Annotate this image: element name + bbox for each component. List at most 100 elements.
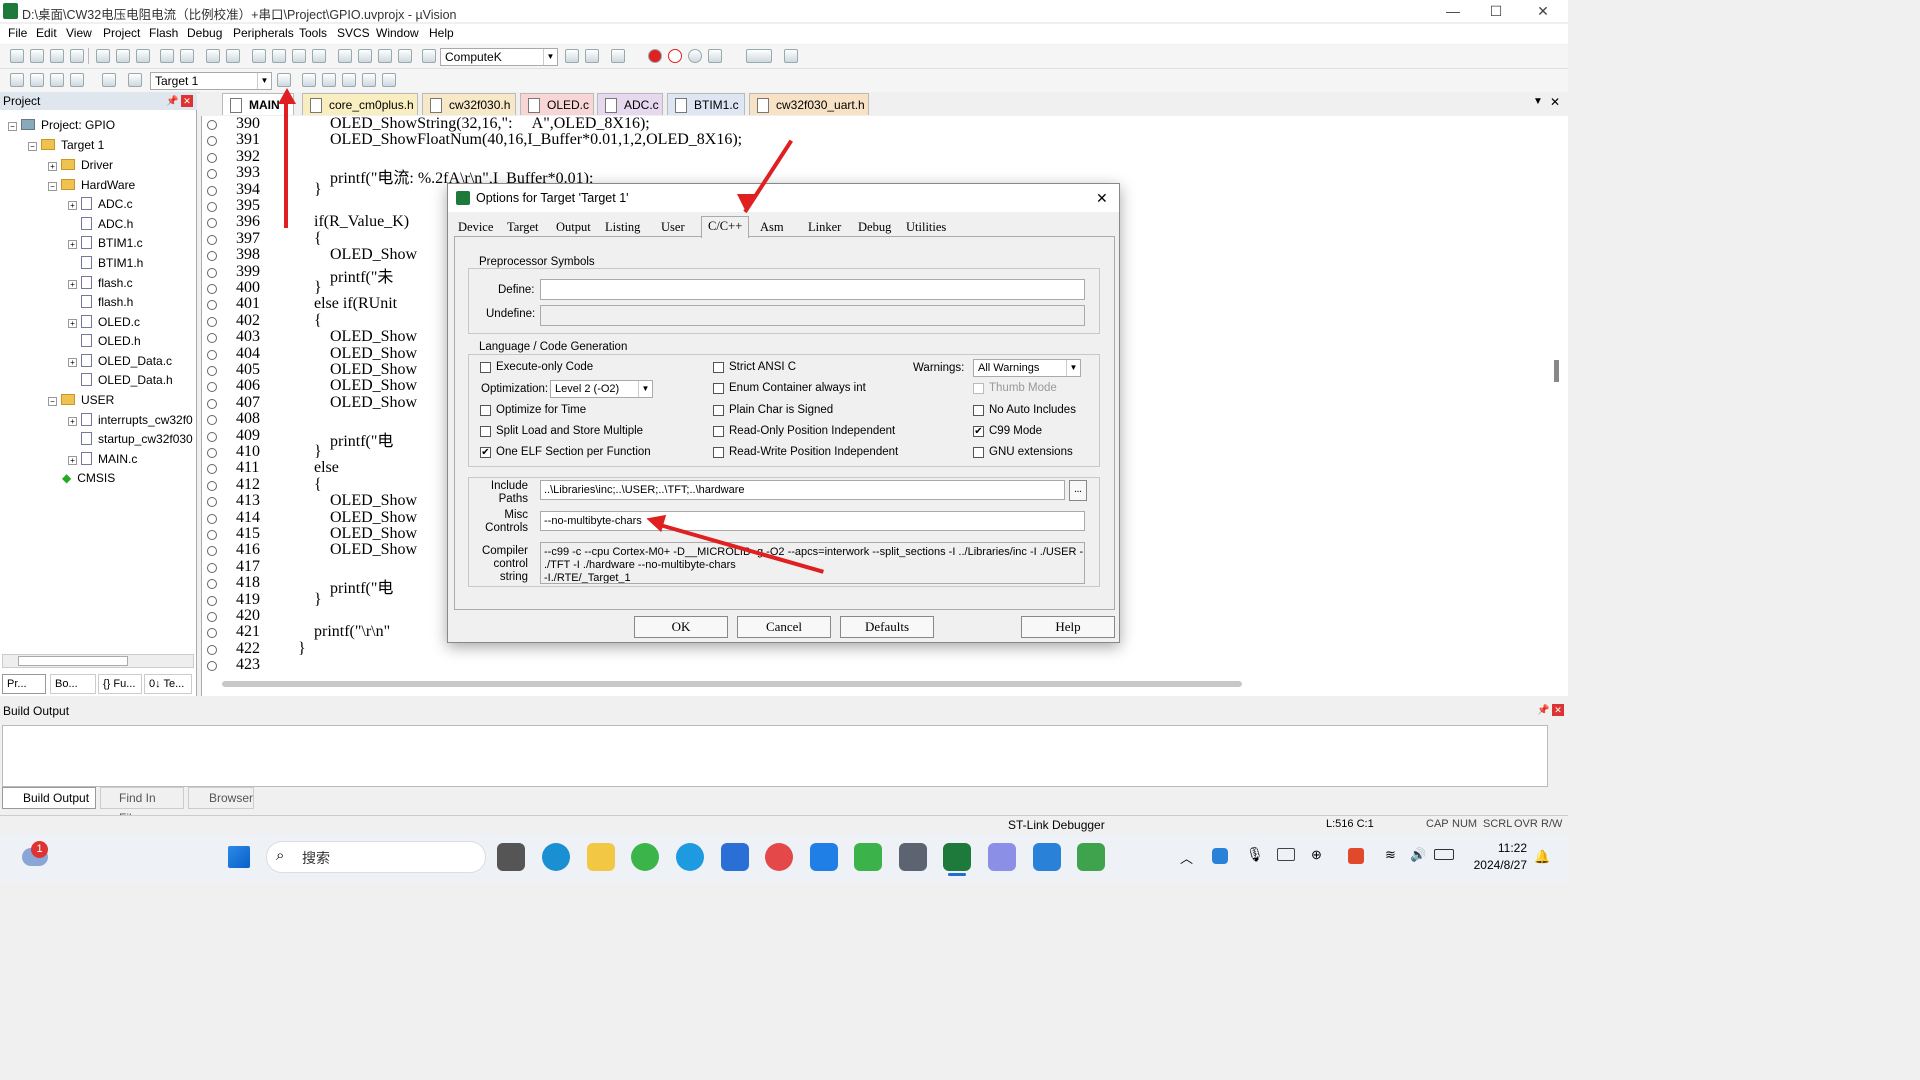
plain-char-checkbox[interactable] <box>713 405 724 416</box>
nav-back-icon[interactable] <box>206 49 220 63</box>
breakpoint-marker[interactable] <box>207 152 217 163</box>
tab-core-cm0plus[interactable]: core_cm0plus.h <box>302 93 418 115</box>
dialog-close-button[interactable]: ✕ <box>1096 190 1108 207</box>
rw-pi-checkbox[interactable] <box>713 447 724 458</box>
breakpoint-marker[interactable] <box>207 562 217 573</box>
close-panel-icon[interactable]: ✕ <box>181 95 193 107</box>
split-load-checkbox[interactable] <box>480 426 491 437</box>
breakpoint-marker[interactable] <box>207 185 217 196</box>
select-packs-icon[interactable] <box>342 73 356 87</box>
code-line[interactable]: OLED_ShowFloatNum(40,16,I_Buffer*0.01,1,… <box>282 131 742 149</box>
find-in-files-icon[interactable] <box>422 49 436 63</box>
code-line[interactable]: OLED_Show <box>282 377 417 395</box>
keil-icon[interactable] <box>943 843 971 871</box>
tree-file[interactable]: OLED.h <box>81 334 141 348</box>
tree-file[interactable]: ADC.h <box>81 217 133 231</box>
clock-date[interactable]: 2024/8/27 <box>1462 858 1527 872</box>
find-combo[interactable]: ComputeK ▼ <box>440 48 558 66</box>
chevron-down-icon[interactable]: ▼ <box>543 49 557 65</box>
tree-target[interactable]: − Target 1 <box>28 138 104 152</box>
find-icon[interactable] <box>565 49 579 63</box>
unindent-icon[interactable] <box>358 49 372 63</box>
code-line[interactable]: else <box>282 459 339 477</box>
clear-breakpoints-icon[interactable] <box>688 49 702 63</box>
dlg-tab-device[interactable]: Device <box>458 220 493 235</box>
misc-controls-input[interactable]: --no-multibyte-chars <box>540 511 1085 531</box>
tab-btim1[interactable]: BTIM1.c <box>667 93 745 115</box>
build-icon[interactable] <box>30 73 44 87</box>
dlg-tab-listing[interactable]: Listing <box>605 220 640 235</box>
breakpoint-marker[interactable] <box>207 120 217 130</box>
keyboard-icon[interactable] <box>1277 848 1295 861</box>
define-input[interactable] <box>540 279 1085 300</box>
save-all-icon[interactable] <box>70 49 84 63</box>
bell-icon[interactable]: 🔔 <box>1534 849 1550 865</box>
help-button[interactable]: Help <box>1021 616 1115 638</box>
code-line[interactable]: OLED_ShowString(32,16,": A",OLED_8X16); <box>282 115 650 133</box>
code-line[interactable]: } <box>282 443 322 461</box>
wifi-icon[interactable]: ≋ <box>1385 847 1396 863</box>
breakpoint-marker[interactable] <box>207 513 217 524</box>
dlg-tab-linker[interactable]: Linker <box>808 220 841 235</box>
breakpoint-marker[interactable] <box>207 644 217 655</box>
scrollbar-thumb[interactable] <box>18 656 128 666</box>
pin-icon[interactable]: 📌 <box>166 96 178 107</box>
breakpoint-marker[interactable] <box>207 480 217 491</box>
dlg-tab-debug[interactable]: Debug <box>858 220 891 235</box>
wechat-work-icon[interactable] <box>631 843 659 871</box>
breakpoint-icon[interactable] <box>648 49 662 63</box>
nav-forward-icon[interactable] <box>226 49 240 63</box>
execute-only-checkbox[interactable] <box>480 362 491 373</box>
code-line[interactable]: OLED_Show <box>282 525 417 543</box>
target-select[interactable]: Target 1 ▼ <box>150 72 272 90</box>
load-icon[interactable] <box>128 73 142 87</box>
music-icon[interactable] <box>765 843 793 871</box>
security-icon[interactable] <box>721 843 749 871</box>
tree-file[interactable]: + OLED.c <box>68 315 140 329</box>
cut-icon[interactable] <box>96 49 110 63</box>
breakpoint-marker[interactable] <box>207 234 217 245</box>
no-auto-includes-checkbox[interactable] <box>973 405 984 416</box>
tab-build-output[interactable]: Build Output <box>2 787 96 809</box>
tab-templates[interactable]: 0↓ Te... <box>144 674 192 694</box>
menu-file[interactable]: File <box>8 26 27 40</box>
snipping-tool-icon[interactable] <box>988 843 1016 871</box>
translate-icon[interactable] <box>10 73 24 87</box>
close-tab-icon[interactable]: ✕ <box>1550 95 1560 109</box>
breakpoint-marker[interactable] <box>207 267 217 278</box>
edge-icon[interactable] <box>542 843 570 871</box>
dlg-tab-user[interactable]: User <box>661 220 685 235</box>
tab-functions[interactable]: {} Fu... <box>98 674 142 694</box>
open-file-icon[interactable] <box>30 49 44 63</box>
show-hidden-icons[interactable]: ︿ <box>1180 848 1193 867</box>
code-line[interactable]: { <box>282 476 322 494</box>
chevron-down-icon[interactable]: ▼ <box>257 73 271 89</box>
cad-icon[interactable] <box>1077 843 1105 871</box>
breakpoint-marker[interactable] <box>207 431 217 442</box>
code-line[interactable]: OLED_Show <box>282 394 417 412</box>
one-elf-checkbox[interactable]: ✔ <box>480 447 491 458</box>
menu-view[interactable]: View <box>66 26 92 40</box>
code-line[interactable]: { <box>282 312 322 330</box>
dlg-tab-target[interactable]: Target <box>507 220 539 235</box>
incremental-find-icon[interactable] <box>585 49 599 63</box>
menu-window[interactable]: Window <box>376 26 419 40</box>
tree-file[interactable]: flash.h <box>81 295 133 309</box>
close-button[interactable]: ✕ <box>1520 0 1566 22</box>
code-line[interactable]: OLED_Show <box>282 246 417 264</box>
browser-icon[interactable] <box>676 843 704 871</box>
options-for-target-icon[interactable] <box>277 73 291 87</box>
code-line[interactable]: OLED_Show <box>282 492 417 510</box>
bookmark-icon[interactable] <box>252 49 266 63</box>
microphone-icon[interactable]: 🎙 <box>1246 846 1264 863</box>
manage-components-icon[interactable] <box>302 73 316 87</box>
file-explorer-icon[interactable] <box>587 843 615 871</box>
tab-project[interactable]: Pr... <box>2 674 46 694</box>
wechat-icon[interactable] <box>854 843 882 871</box>
minimize-button[interactable]: — <box>1430 0 1476 22</box>
tree-file[interactable]: + interrupts_cw32f0 <box>68 413 193 427</box>
breakpoint-marker[interactable] <box>207 612 217 622</box>
editor-hscroll-thumb[interactable] <box>222 681 1242 687</box>
maximize-button[interactable]: ☐ <box>1473 0 1519 22</box>
browse-button[interactable]: ... <box>1069 480 1087 501</box>
